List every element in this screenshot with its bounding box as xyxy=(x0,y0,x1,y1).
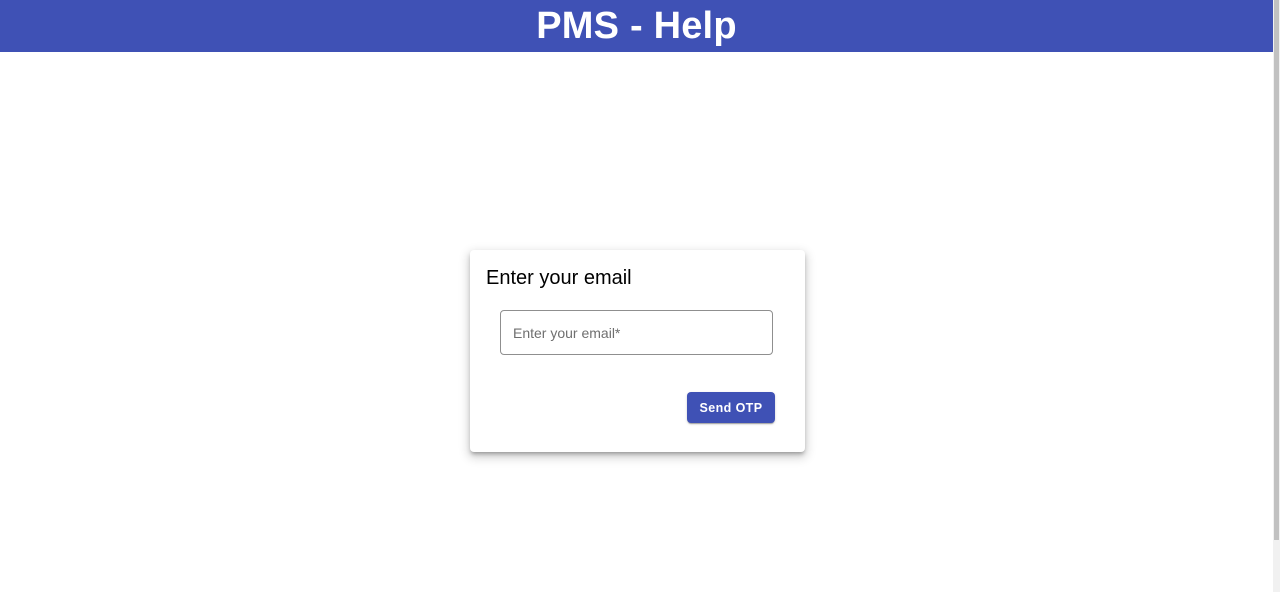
email-card: Enter your email Send OTP xyxy=(470,250,805,452)
card-title: Enter your email xyxy=(486,267,632,289)
app-header: PMS - Help xyxy=(0,0,1273,52)
email-field[interactable] xyxy=(500,310,773,355)
send-otp-button[interactable]: Send OTP xyxy=(687,392,775,423)
vertical-scrollbar[interactable] xyxy=(1273,0,1280,592)
page-title: PMS - Help xyxy=(536,5,737,47)
scrollbar-thumb[interactable] xyxy=(1274,0,1279,540)
email-input[interactable] xyxy=(501,311,772,354)
